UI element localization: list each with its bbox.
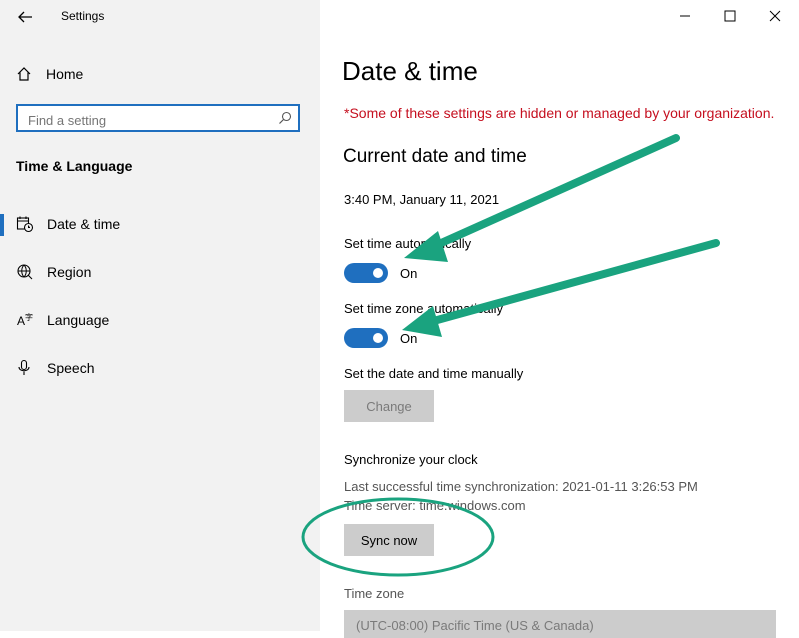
timezone-select[interactable]: (UTC-08:00) Pacific Time (US & Canada) [344,610,776,638]
minimize-icon[interactable] [672,6,698,26]
home-icon [17,67,31,81]
search-box[interactable] [16,104,300,132]
sidebar-item-date-time[interactable]: Date & time [0,204,320,244]
auto-time-toggle[interactable] [344,263,388,283]
maximize-icon[interactable] [717,6,743,26]
svg-text:A: A [17,314,25,328]
svg-text:字: 字 [25,312,33,322]
change-button[interactable]: Change [344,390,434,422]
sidebar-item-language[interactable]: A 字 Language [0,300,320,340]
search-input[interactable] [26,110,270,130]
auto-timezone-toggle[interactable] [344,328,388,348]
sidebar-item-label: Region [47,264,92,280]
auto-time-label: Set time automatically [344,236,472,251]
sync-title: Synchronize your clock [344,452,478,467]
auto-time-state: On [400,266,418,281]
sidebar-item-speech[interactable]: Speech [0,348,320,388]
close-icon[interactable] [762,6,788,26]
auto-timezone-state: On [400,331,418,346]
sync-now-button[interactable]: Sync now [344,524,434,556]
last-sync-text: Last successful time synchronization: 20… [344,479,698,494]
sidebar-item-label: Language [47,312,110,328]
manual-time-label: Set the date and time manually [344,366,524,381]
home-link[interactable]: Home [16,64,83,84]
search-icon[interactable] [278,111,292,125]
section-title: Time & Language [16,158,133,174]
timezone-label: Time zone [344,586,405,601]
sidebar: Settings Home Time & Language Date & tim… [0,0,320,631]
annotation-arrow-auto-timezone [402,239,720,337]
section-heading: Current date and time [343,146,527,167]
window-title: Settings [61,9,105,23]
language-icon: A 字 [17,312,33,328]
auto-timezone-label: Set time zone automatically [344,301,503,316]
page-title: Date & time [342,56,478,86]
back-arrow-icon[interactable] [14,6,36,28]
current-datetime: 3:40 PM, January 11, 2021 [344,192,500,207]
managed-notice: *Some of these settings are hidden or ma… [344,105,775,121]
microphone-icon [18,359,30,375]
sidebar-item-region[interactable]: Region [0,252,320,292]
globe-icon [17,264,33,280]
home-label: Home [46,66,84,82]
sidebar-item-label: Date & time [47,216,121,232]
title-bar: Settings [0,0,320,32]
sidebar-item-label: Speech [47,360,95,376]
calendar-clock-icon [16,216,34,233]
time-server-text: Time server: time.windows.com [344,498,526,513]
